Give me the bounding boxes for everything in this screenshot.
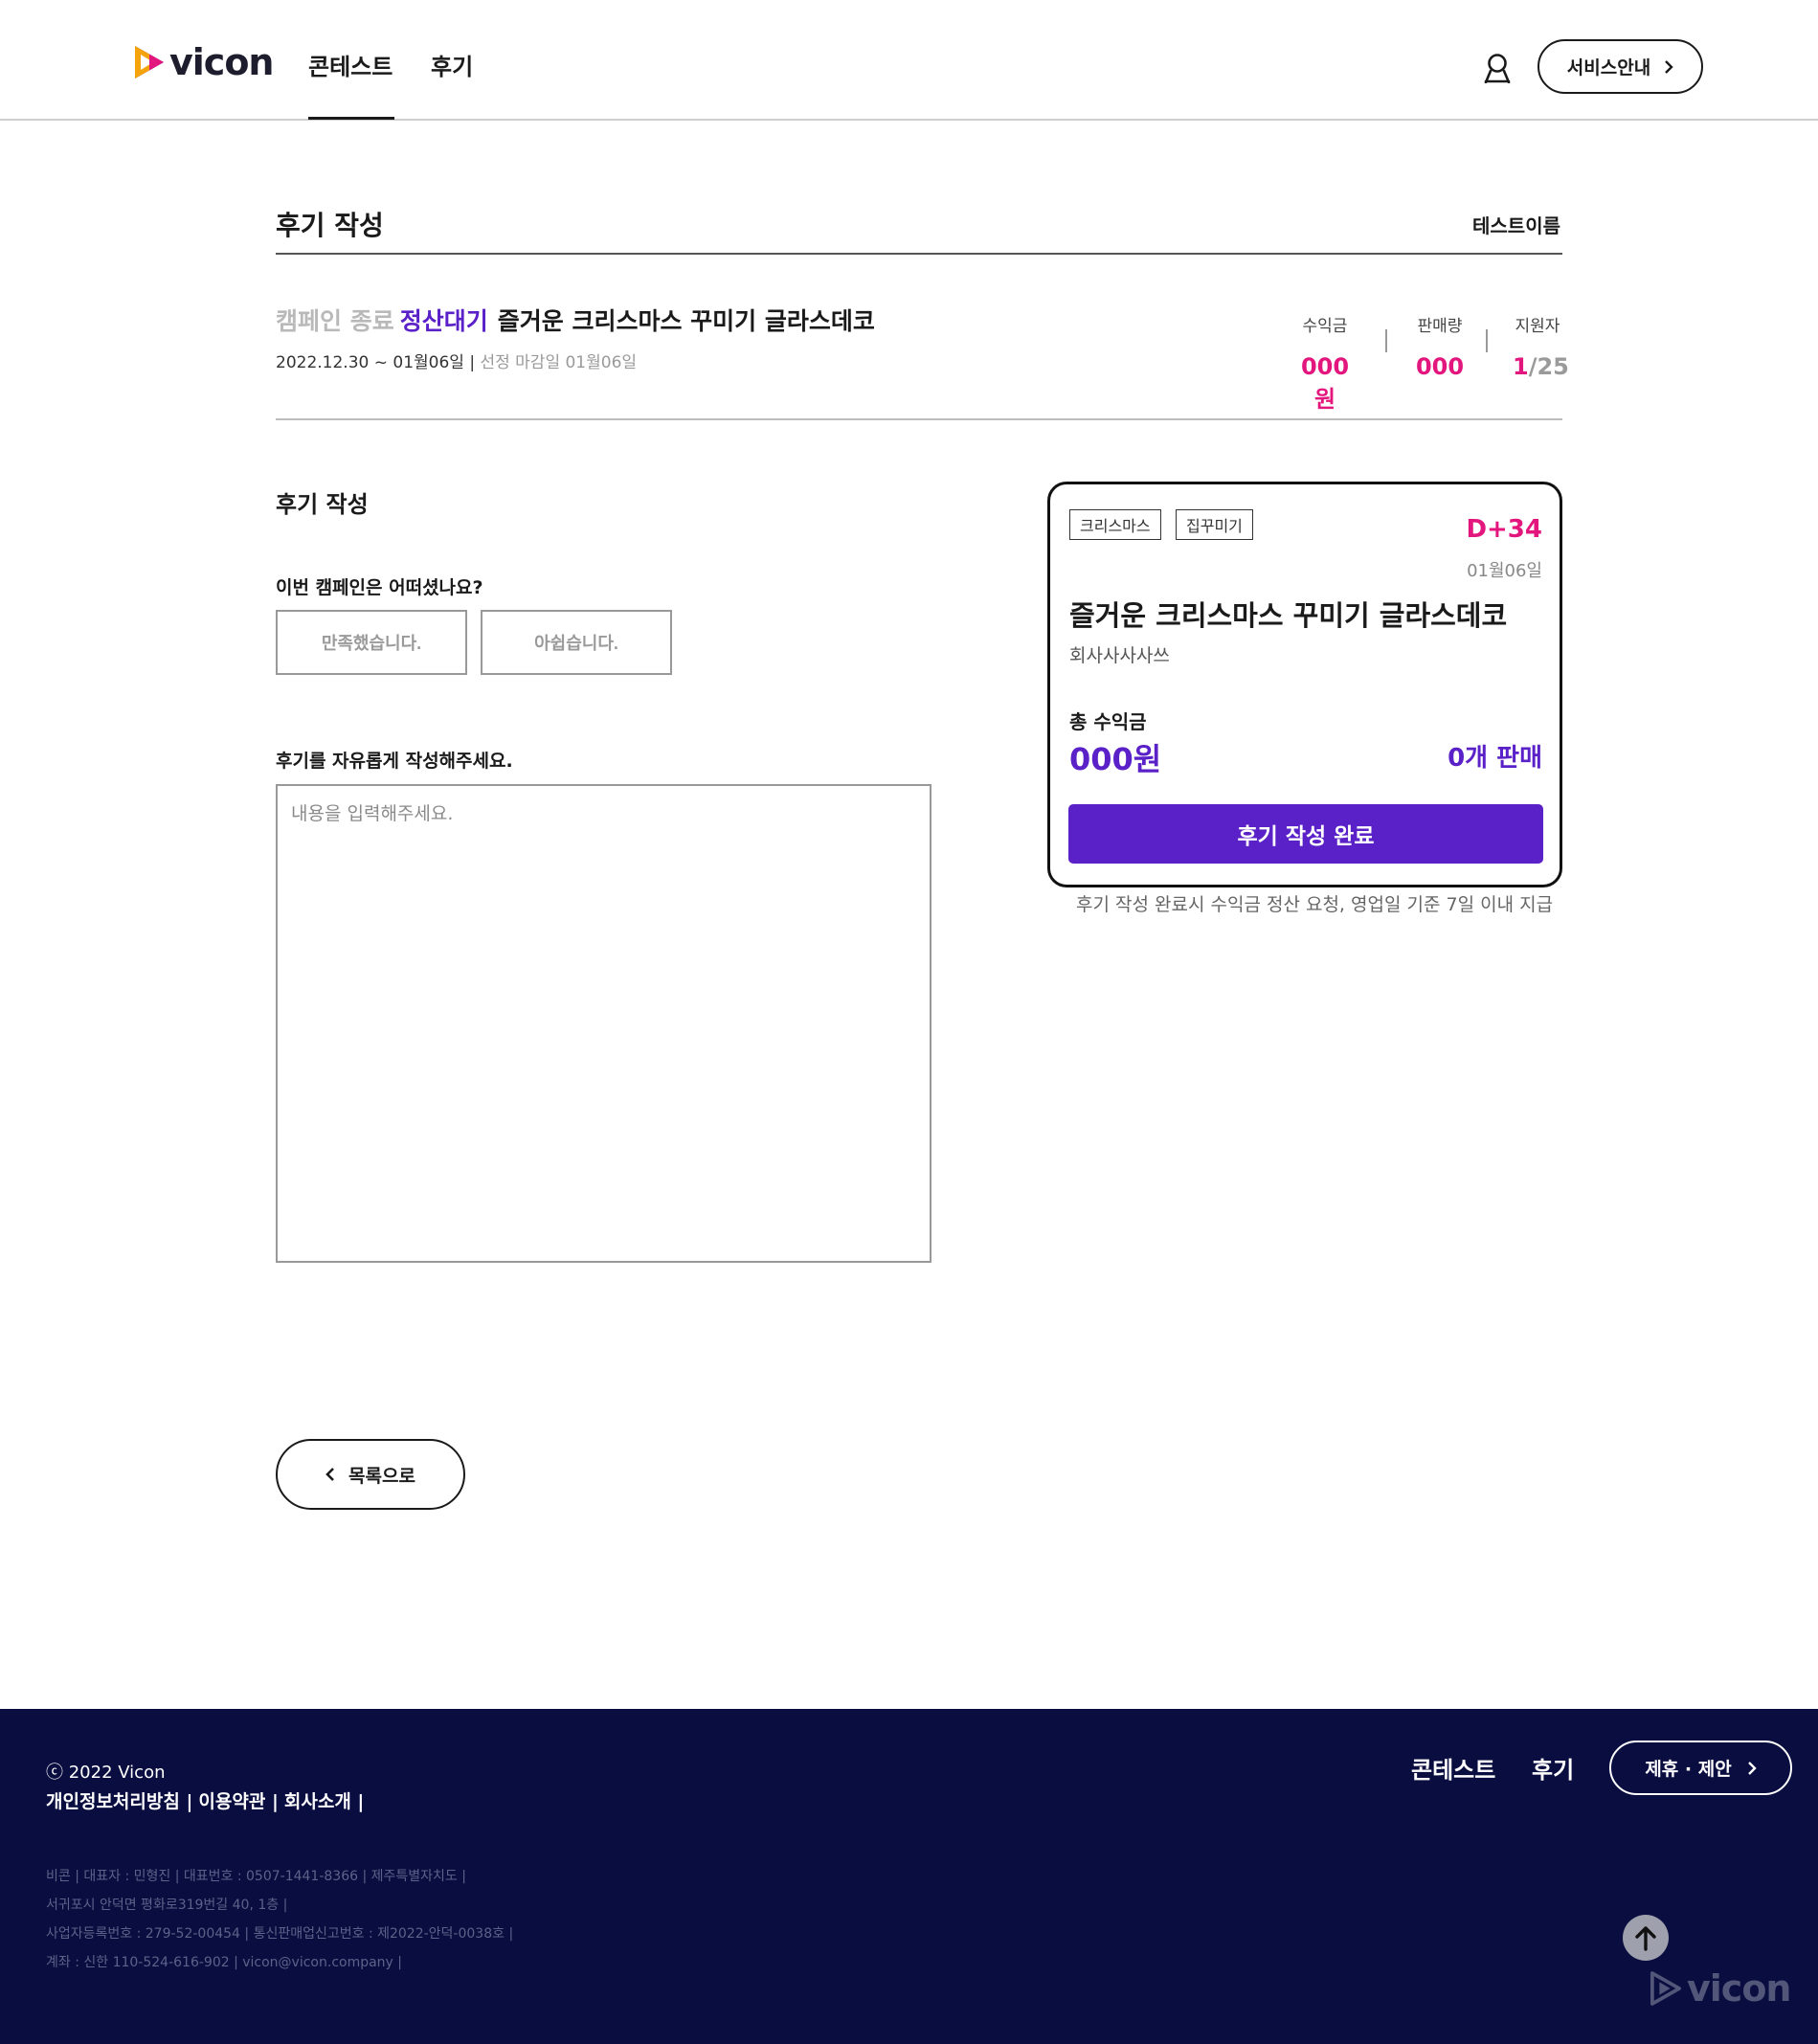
campaign-status: 캠페인 종료 — [276, 307, 394, 335]
campaign-period: 2022.12.30 ~ 01월06일 — [276, 353, 464, 372]
vicon-logo[interactable]: vicon — [133, 41, 274, 83]
sold-count: 0개 판매 — [1448, 744, 1542, 773]
applicants-current: 1 — [1513, 353, 1529, 380]
campaign-heading: 캠페인 종료 정산대기 즐거운 크리스마스 꾸미기 글라스데코 — [276, 303, 875, 337]
partnership-label: 제휴 · 제안 — [1645, 1759, 1732, 1780]
submit-review-button[interactable]: 후기 작성 완료 — [1068, 804, 1543, 864]
nav-review[interactable]: 후기 — [431, 48, 473, 81]
campaign-divider — [276, 418, 1562, 420]
chevron-right-icon — [1665, 59, 1673, 74]
arrow-up-icon — [1635, 1926, 1656, 1951]
nav-contest[interactable]: 콘테스트 — [308, 48, 393, 81]
chevron-right-icon — [1747, 1761, 1757, 1775]
tag-home-deco: 집꾸미기 — [1176, 509, 1253, 540]
choice-satisfied-button[interactable]: 만족했습니다. — [276, 610, 467, 675]
stat-sales-label: 판매량 — [1417, 317, 1463, 336]
back-to-list-button[interactable]: 목록으로 — [276, 1439, 465, 1510]
selection-deadline: 선정 마감일 01월06일 — [480, 353, 638, 372]
campaign-summary-card: 크리스마스 집꾸미기 D+34 01월06일 즐거운 크리스마스 꾸미기 글라스… — [1047, 482, 1562, 887]
stat-earnings-value: 000원 — [1300, 353, 1350, 413]
vicon-logo-icon — [135, 46, 164, 79]
company-info-line: 사업자등록번호 : 279-52-00454 | 통신판매업신고번호 : 제20… — [46, 1926, 514, 1942]
stat-applicants: 지원자 1/25 — [1513, 312, 1569, 380]
total-earnings-label: 총 수익금 — [1069, 710, 1147, 733]
site-footer: ⓒ 2022 Vicon 개인정보처리방침 | 이용약관 | 회사소개 | 콘테… — [0, 1709, 1818, 2044]
footer-nav-review[interactable]: 후기 — [1532, 1751, 1574, 1785]
card-company: 회사사사사쓰 — [1069, 645, 1170, 666]
dday-badge: D+34 — [1466, 515, 1542, 544]
applicants-total: /25 — [1528, 353, 1569, 380]
stat-separator — [1486, 329, 1488, 352]
company-info-line: 서귀포시 안덕면 평화로319번길 40, 1층 | — [46, 1898, 288, 1913]
footer-logo-text: vicon — [1687, 1967, 1791, 2010]
stat-sales: 판매량 000 — [1411, 312, 1469, 380]
scroll-top-button[interactable] — [1623, 1915, 1669, 1961]
stat-separator — [1385, 329, 1387, 352]
settlement-note: 후기 작성 완료시 수익금 정산 요청, 영업일 기준 7일 이내 지급 — [1076, 894, 1554, 915]
stat-applicants-value: 1/25 — [1513, 353, 1569, 380]
tag-christmas: 크리스마스 — [1069, 509, 1161, 540]
footer-nav-contest[interactable]: 콘테스트 — [1411, 1751, 1495, 1785]
back-label: 목록으로 — [348, 1465, 415, 1487]
stat-applicants-label: 지원자 — [1515, 317, 1560, 336]
service-guide-button[interactable]: 서비스안내 — [1537, 39, 1703, 94]
campaign-title: 즐거운 크리스마스 꾸미기 글라스데코 — [497, 307, 875, 335]
satisfaction-question: 이번 캠페인은 어떠셨나요? — [276, 577, 483, 598]
vicon-logo-icon — [1650, 1971, 1681, 2006]
card-title: 즐거운 크리스마스 꾸미기 글라스데코 — [1069, 599, 1508, 632]
review-question: 후기를 자유롭게 작성해주세요. — [276, 751, 513, 772]
site-header: vicon 콘테스트 후기 서비스안내 — [0, 0, 1818, 121]
card-date: 01월06일 — [1467, 561, 1542, 581]
user-name: 테스트이름 — [1472, 214, 1560, 237]
company-info: 비콘 | 대표자 : 민형진 | 대표번호 : 0507-1441-8366 |… — [46, 1862, 513, 1977]
user-icon[interactable] — [1483, 53, 1512, 83]
footer-links: 개인정보처리방침 | 이용약관 | 회사소개 | — [46, 1787, 364, 1813]
company-intro-link[interactable]: 회사소개 | — [284, 1787, 364, 1813]
campaign-substatus: 정산대기 — [399, 307, 488, 335]
review-textarea[interactable] — [276, 784, 931, 1263]
footer-copyright: ⓒ 2022 Vicon — [46, 1763, 166, 1783]
total-earnings-value: 000원 — [1069, 741, 1162, 777]
nav-active-indicator — [308, 117, 394, 120]
partnership-button[interactable]: 제휴 · 제안 — [1609, 1741, 1792, 1795]
company-info-line: 비콘 | 대표자 : 민형진 | 대표번호 : 0507-1441-8366 |… — [46, 1869, 466, 1884]
form-section-title: 후기 작성 — [276, 491, 369, 518]
terms-link[interactable]: 이용약관 | — [198, 1787, 278, 1813]
page-title: 후기 작성 — [276, 210, 384, 241]
title-divider — [276, 253, 1562, 255]
campaign-dates: 2022.12.30 ~ 01월06일 | 선정 마감일 01월06일 — [276, 353, 638, 372]
chevron-left-icon — [325, 1468, 334, 1481]
stat-earnings: 수익금 000원 — [1296, 312, 1354, 414]
footer-logo: vicon — [1650, 1967, 1791, 2010]
choice-disappointed-button[interactable]: 아쉽습니다. — [481, 610, 672, 675]
stat-sales-value: 000 — [1415, 353, 1465, 380]
company-info-line: 계좌 : 신한 110-524-616-902 | vicon@vicon.co… — [46, 1955, 403, 1970]
logo-text: vicon — [169, 41, 274, 83]
service-guide-label: 서비스안내 — [1566, 57, 1651, 79]
stat-earnings-label: 수익금 — [1302, 317, 1348, 336]
privacy-policy-link[interactable]: 개인정보처리방침 | — [46, 1787, 192, 1813]
